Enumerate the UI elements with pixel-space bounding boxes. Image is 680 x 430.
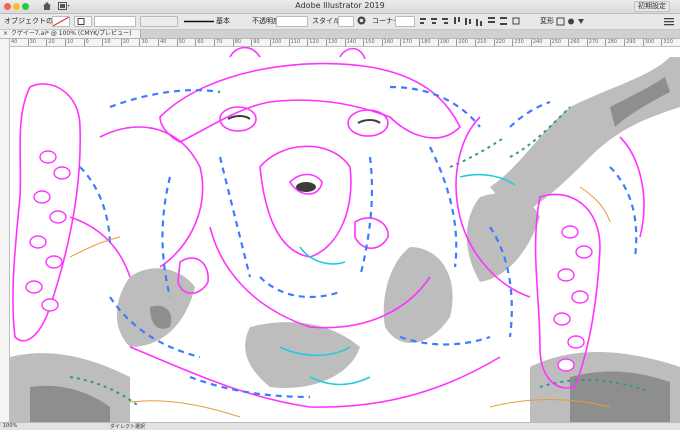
ruler-tick-label: 250 [549,39,562,46]
ruler-tick-label: 60 [195,39,204,46]
stroke-style-label: 基本 [216,17,230,25]
ruler-tick-label: 80 [232,39,242,46]
ruler-tick-label: 100 [269,39,282,46]
ruler-tick-label: 20 [120,39,130,46]
close-tab-icon[interactable]: × [3,30,8,37]
ruler-tick-label: 140 [344,39,357,46]
ruler-tick-label: 210 [474,39,487,46]
vertical-ruler[interactable] [0,39,10,422]
document-tab[interactable]: × クゲイー7.ai* @ 100% (CMYK/プレビュー) [0,30,141,38]
ruler-tick-label: 280 [605,39,617,46]
ruler-tick-label: 90 [251,39,260,46]
control-bar: オブジェクトの選択 基本 不透明度 スタイル コーナー 変形 [0,14,680,30]
ruler-tick-label: 150 [363,39,375,46]
style-label: スタイル [312,17,340,25]
ruler-tick-label: 110 [288,39,301,46]
transform-label[interactable]: 変形 [540,16,554,26]
document-tab-label: クゲイー7.ai* @ 100% (CMYK/プレビュー) [11,30,132,37]
ruler-tick-label: 20 [46,39,55,46]
fill-swatch[interactable] [52,16,70,27]
ruler-tick-label: 290 [624,39,636,46]
ruler-tick-label: 170 [400,39,412,46]
ruler-tick-label: 160 [381,39,394,46]
stroke-swatch[interactable] [74,16,92,27]
ruler-tick-label: 180 [419,39,431,46]
ruler-tick-label: 30 [139,39,148,46]
ruler-tick-label: 10 [64,39,74,46]
recolor-icon[interactable] [357,16,366,25]
ruler-tick-label: 220 [493,39,506,46]
window-title: Adobe Illustrator 2019 [295,1,385,10]
ruler-tick-label: 270 [586,39,599,46]
workspace-switcher[interactable]: 初期設定 [634,1,670,12]
ruler-tick-label: 10 [102,39,111,46]
corner-field[interactable] [395,16,415,27]
style-swatch[interactable] [338,16,354,27]
ruler-tick-label: 70 [214,39,223,46]
ruler-tick-label: 190 [437,39,450,46]
ruler-tick-label: 260 [568,39,580,46]
ruler-tick-label: 30 [27,39,36,46]
ruler-tick-label: 130 [325,39,338,46]
document-tab-bar: × クゲイー7.ai* @ 100% (CMYK/プレビュー) [0,30,680,39]
ruler-tick-label: 40 [9,39,18,46]
opacity-field[interactable] [276,16,308,27]
ruler-tick-label: 120 [307,39,319,46]
align-icons[interactable] [420,17,530,26]
ruler-tick-label: 200 [456,39,468,46]
isolate-icons[interactable] [556,17,586,26]
artboard-canvas[interactable] [10,47,680,422]
stroke-profile-line[interactable] [184,20,214,23]
ruler-tick-label: 300 [642,39,655,46]
ruler-tick-label: 230 [512,39,524,46]
illustration-artwork[interactable] [10,47,680,422]
ruler-tick-label: 0 [83,39,89,46]
zoom-readout[interactable]: 100% [3,423,17,429]
ruler-tick-label: 50 [176,39,186,46]
panel-menu-icon[interactable] [664,17,674,26]
variable-width-field[interactable] [140,16,178,27]
title-bar: Adobe Illustrator 2019 初期設定 [0,0,680,14]
stroke-weight-field[interactable] [94,16,136,27]
horizontal-ruler[interactable]: 40 30 20 10 0 10 20 30 40 50 60 70 80 90 100 110 120 130 1… [9,39,680,47]
ruler-tick-label: 240 [530,39,543,46]
ruler-tick-label: 310 [661,39,673,46]
ruler-tick-label: 40 [158,39,167,46]
